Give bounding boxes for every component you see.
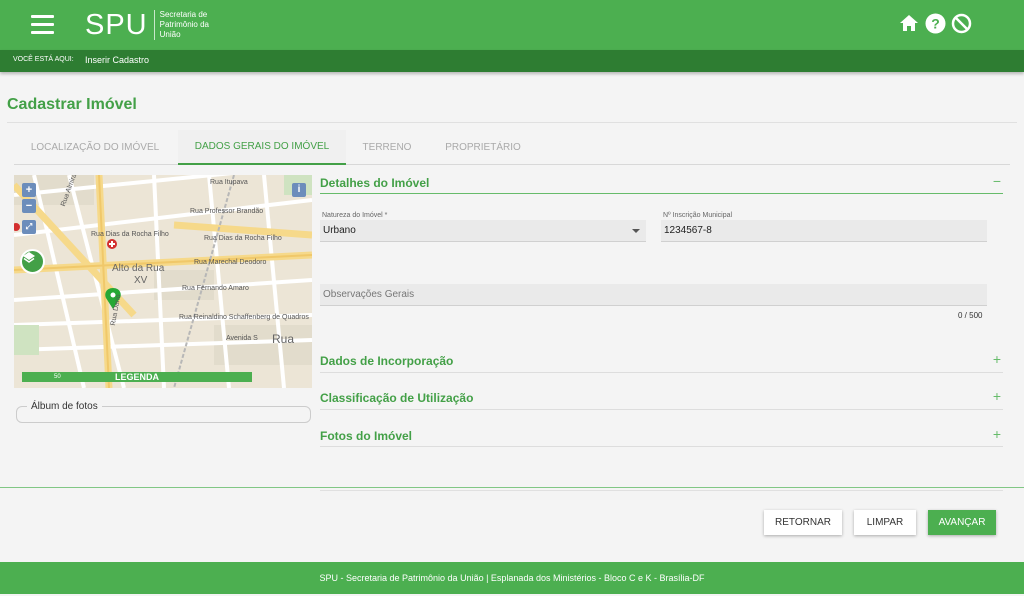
map-label: Rua Reinaldino Schaffenberg de Quadros <box>179 314 309 321</box>
expand-icon[interactable]: + <box>993 426 1001 442</box>
inscricao-label: Nº Inscrição Municipal <box>663 212 733 219</box>
map-label: Rua Fernando Amaro <box>182 285 249 292</box>
section-title: Classificação de Utilização <box>320 391 474 405</box>
character-counter: 0 / 500 <box>958 311 983 320</box>
natureza-label: Natureza do Imóvel * <box>322 212 388 219</box>
help-icon[interactable]: ? <box>924 12 946 34</box>
svg-text:?: ? <box>931 15 940 31</box>
fullscreen-icon[interactable]: ⤢ <box>22 220 36 234</box>
map-scale: 50 <box>54 374 61 380</box>
section-title: Fotos do Imóvel <box>320 429 413 443</box>
zoom-in-button[interactable]: + <box>22 183 36 197</box>
map-label: Rua Itupava <box>210 179 248 186</box>
home-icon[interactable] <box>898 12 920 34</box>
form-bottom-divider <box>320 490 1003 491</box>
tab-dados-gerais[interactable]: DADOS GERAIS DO IMÓVEL <box>178 130 346 165</box>
breadcrumb-current[interactable]: Inserir Cadastro <box>85 55 149 65</box>
collapse-icon[interactable]: − <box>993 173 1001 189</box>
zoom-out-button[interactable]: − <box>22 199 36 213</box>
map-label: Rua Professor Brandão <box>190 208 264 215</box>
limpar-button[interactable]: LIMPAR <box>854 510 916 535</box>
map-label: Rua <box>272 332 295 346</box>
section-classificacao-header[interactable]: Classificação de Utilização + <box>320 388 1003 408</box>
inscricao-value: 1234567-8 <box>664 225 712 236</box>
dropdown-arrow-icon <box>632 229 640 233</box>
map-label: Alto da Rua <box>112 263 165 274</box>
section-divider <box>320 193 1003 194</box>
tab-proprietario[interactable]: PROPRIETÁRIO <box>428 130 538 164</box>
retornar-button[interactable]: RETORNAR <box>764 510 842 535</box>
tab-localizacao[interactable]: LOCALIZAÇÃO DO IMÓVEL <box>14 130 176 164</box>
photo-album-panel[interactable]: Álbum de fotos <box>16 401 311 423</box>
section-divider <box>320 446 1003 447</box>
tab-bar: LOCALIZAÇÃO DO IMÓVEL DADOS GERAIS DO IM… <box>14 130 1010 165</box>
map-label: Rua Dias da Rocha Filho <box>204 235 282 242</box>
logo-text: SPU <box>85 8 148 41</box>
tab-terreno[interactable]: TERRENO <box>348 130 426 164</box>
natureza-select[interactable]: Urbano <box>320 220 646 242</box>
section-title: Detalhes do Imóvel <box>320 176 430 190</box>
section-detalhes-header[interactable]: Detalhes do Imóvel − <box>320 173 1003 193</box>
observacoes-textarea[interactable]: Observações Gerais <box>320 284 987 306</box>
map-canvas[interactable] <box>14 175 312 388</box>
location-map[interactable]: Rua Itupava Rua Professor Brandão Rua Di… <box>14 175 312 388</box>
natureza-value: Urbano <box>323 225 356 236</box>
section-fotos-header[interactable]: Fotos do Imóvel + <box>320 426 1003 446</box>
observacoes-placeholder: Observações Gerais <box>323 289 415 300</box>
expand-icon[interactable]: + <box>993 388 1001 404</box>
block-icon[interactable] <box>950 12 972 34</box>
section-divider <box>320 409 1003 410</box>
section-divider <box>320 372 1003 373</box>
section-incorporacao-header[interactable]: Dados de Incorporação + <box>320 351 1003 371</box>
layers-icon[interactable] <box>20 249 45 274</box>
breadcrumb-label: VOCÊ ESTÁ AQUI: <box>13 56 74 63</box>
top-bar: SPU Secretaria de Patrimônio da União ? <box>0 0 1024 50</box>
avancar-button[interactable]: AVANÇAR <box>928 510 996 535</box>
spu-logo[interactable]: SPU Secretaria de Patrimônio da União <box>85 7 230 43</box>
expand-icon[interactable]: + <box>993 351 1001 367</box>
page-title: Cadastrar Imóvel <box>7 96 137 113</box>
section-title: Dados de Incorporação <box>320 354 454 368</box>
map-label: Rua Marechal Deodoro <box>194 259 267 266</box>
menu-icon[interactable] <box>31 15 54 34</box>
map-label: XV <box>134 275 148 286</box>
breadcrumb: VOCÊ ESTÁ AQUI: Inserir Cadastro <box>0 50 1024 72</box>
footer: SPU - Secretaria de Patrimônio da União … <box>0 562 1024 594</box>
legend-bar[interactable]: 50 LEGENDA <box>22 372 252 382</box>
title-divider <box>7 122 1017 123</box>
form-bottom-divider <box>0 487 1024 488</box>
header-actions: ? <box>898 12 972 34</box>
logo-subtitle: Secretaria de Patrimônio da União <box>159 10 209 39</box>
legend-label: LEGENDA <box>114 372 159 382</box>
map-info-button[interactable]: i <box>292 183 306 197</box>
map-label: Avenida S <box>226 335 258 342</box>
inscricao-input[interactable]: 1234567-8 <box>661 220 987 242</box>
map-label: Rua Dias da Rocha Filho <box>91 231 169 238</box>
photo-album-label: Álbum de fotos <box>27 401 102 412</box>
logo-divider <box>153 10 155 40</box>
